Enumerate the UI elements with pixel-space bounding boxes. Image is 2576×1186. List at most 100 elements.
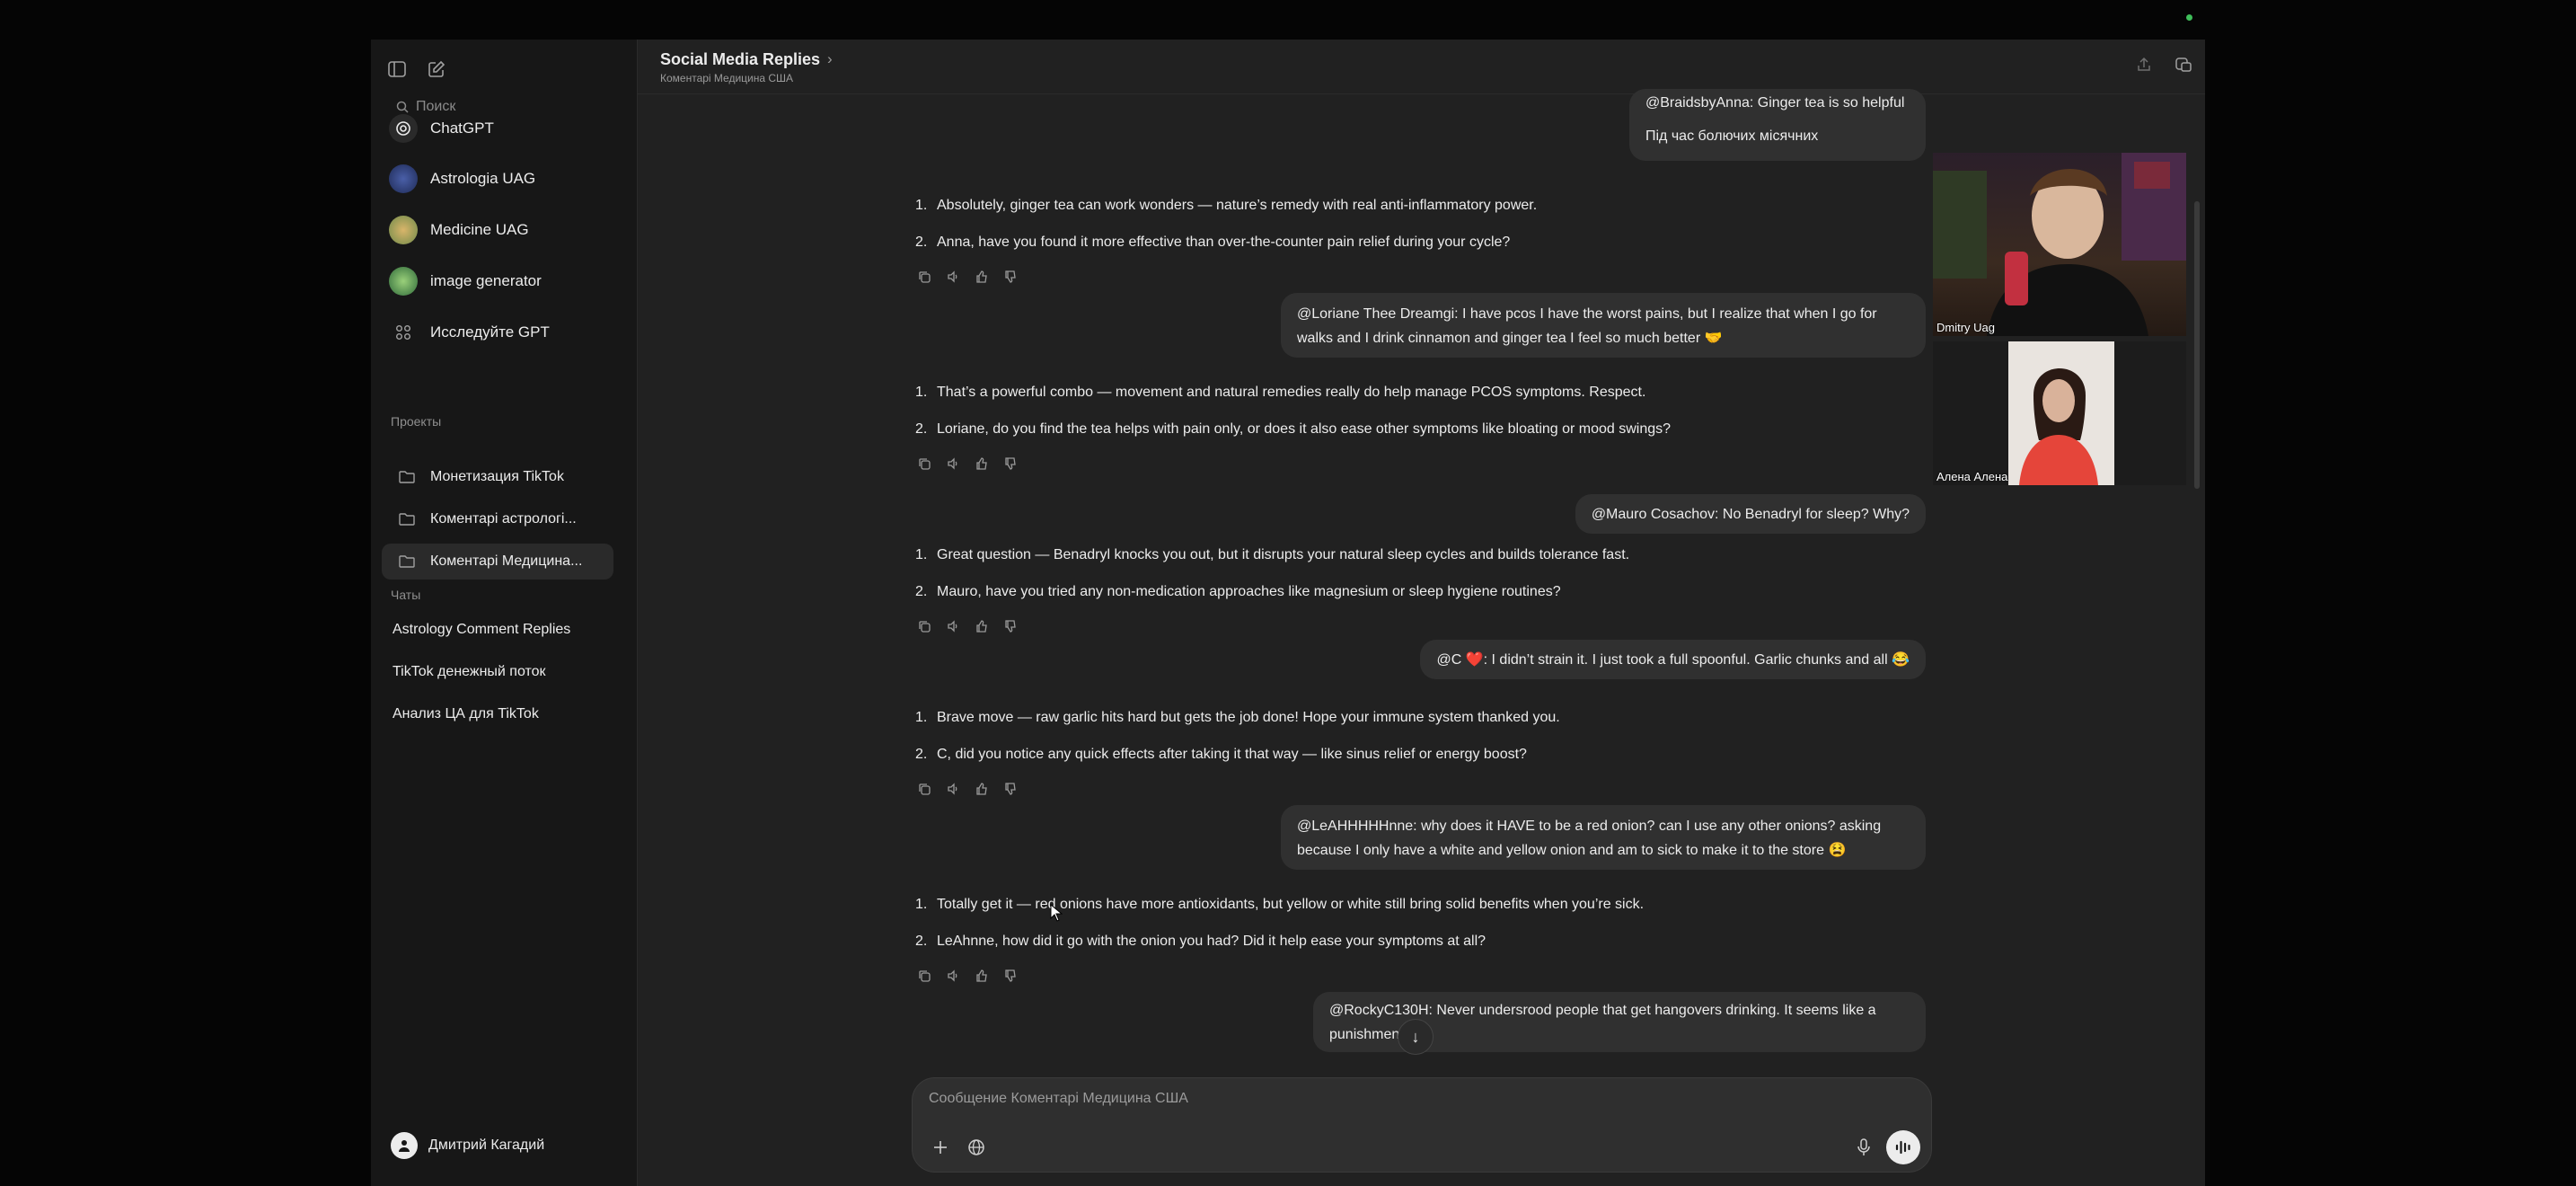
list-item: 2. Anna, have you found it more effective… [915, 235, 1511, 250]
message-actions [917, 969, 1018, 983]
project-item-label: Коментарі Медицина... [430, 553, 583, 569]
user-message: @Mauro Cosachov: No Benadryl for sleep? … [1575, 494, 1926, 534]
gpt-item-medicine[interactable]: Medicine UAG [389, 215, 624, 245]
medicine-avatar-icon [389, 216, 418, 244]
gpt-item-chatgpt[interactable]: ChatGPT [389, 113, 624, 144]
gpt-item-label: Исследуйте GPT [430, 323, 550, 341]
user-message: @C ❤️: I didn’t strain it. I just took a… [1420, 640, 1926, 679]
video-tile: Dmitry Uag [1933, 153, 2186, 336]
gpt-item-astrologia[interactable]: Astrologia UAG [389, 164, 624, 194]
project-subtitle: Коментарі Медицина США [660, 72, 794, 84]
grid-icon [389, 318, 418, 347]
chat-item[interactable]: TikTok денежный поток [393, 664, 546, 680]
search-icon [396, 101, 409, 113]
page-title[interactable]: Social Media Replies [660, 50, 820, 69]
list-item: 1. That’s a powerful combo — movement and… [915, 385, 1646, 400]
message-text: @BraidsbyAnna: Ginger tea is so helpful [1645, 95, 1905, 111]
thumbs-down-icon[interactable] [1003, 782, 1018, 796]
participant-video [2008, 341, 2114, 485]
chat-header: Social Media Replies › Коментарі Медицин… [637, 40, 2205, 94]
list-item: 2. Loriane, do you find the tea helps wit… [915, 421, 1672, 437]
image-generator-avatar-icon [389, 267, 418, 296]
plus-icon[interactable] [927, 1134, 954, 1161]
read-aloud-icon[interactable] [946, 969, 960, 983]
chat-item[interactable]: Анализ ЦА для TikTok [393, 706, 539, 722]
thumbs-up-icon[interactable] [975, 270, 989, 284]
message-text: walks and I drink cinnamon and ginger te… [1297, 331, 1723, 346]
read-aloud-icon[interactable] [946, 456, 960, 471]
sidebar: Поиск ChatGPT Astrologia UAG Medicine UA… [371, 40, 638, 1186]
message-text: @LeAHHHHHnne: why does it HAVE to be a r… [1297, 819, 1882, 834]
folder-icon [399, 513, 415, 526]
participant-name: Dmitry Uag [1936, 321, 1996, 334]
read-aloud-icon[interactable] [946, 270, 960, 284]
arrow-down-icon: ↓ [1411, 1027, 1420, 1046]
scroll-down-button[interactable]: ↓ [1398, 1019, 1434, 1055]
thumbs-down-icon[interactable] [1003, 619, 1018, 633]
share-icon[interactable] [2131, 52, 2157, 77]
message-text: Під час болючих місячних [1645, 128, 1819, 144]
list-item: 2. LeAhnne, how did it go with the onion … [915, 934, 1486, 949]
user-profile-button[interactable]: Дмитрий Кагадий [391, 1132, 544, 1159]
avatar [391, 1132, 418, 1159]
gpt-item-label: ChatGPT [430, 119, 494, 137]
list-item: 1. Great question — Benadryl knocks you o… [915, 547, 1630, 562]
copy-icon[interactable] [917, 619, 931, 633]
list-item: 2. C, did you notice any quick effects af… [915, 747, 1527, 762]
chats-heading: Чаты [391, 588, 421, 602]
toggle-sidebar-icon[interactable] [385, 58, 409, 81]
microphone-icon[interactable] [1850, 1134, 1877, 1161]
chat-item[interactable]: Astrology Comment Replies [393, 622, 570, 638]
participant-name: Алена Алена [1936, 470, 2008, 483]
chevron-right-icon[interactable]: › [827, 50, 833, 68]
message-actions [917, 619, 1018, 633]
thumbs-down-icon[interactable] [1003, 270, 1018, 284]
chatgpt-window: Поиск ChatGPT Astrologia UAG Medicine UA… [371, 40, 2205, 1186]
thumbs-up-icon[interactable] [975, 619, 989, 633]
video-tile: Алена Алена [1933, 341, 2186, 485]
copy-icon[interactable] [917, 456, 931, 471]
user-icon [399, 1140, 410, 1152]
thumbs-up-icon[interactable] [975, 969, 989, 983]
message-text: because I only have a white and yellow o… [1297, 843, 1847, 858]
message-text: @C ❤️: I didn’t strain it. I just took a… [1436, 652, 1910, 668]
list-item: 1. Absolutely, ginger tea can work wonder… [915, 198, 1538, 213]
list-item: 1. Totally get it — red onions have more … [915, 897, 1645, 912]
scrollbar[interactable] [2194, 201, 2200, 489]
message-composer[interactable]: Сообщение Коментарі Медицина США [912, 1077, 1932, 1173]
thumbs-up-icon[interactable] [975, 782, 989, 796]
user-name: Дмитрий Кагадий [428, 1137, 545, 1153]
project-item-medicine[interactable]: Коментарі Медицина... [382, 544, 613, 580]
temporary-chat-icon[interactable] [2171, 52, 2196, 77]
read-aloud-icon[interactable] [946, 619, 960, 633]
gpt-item-label: Medicine UAG [430, 221, 529, 238]
thumbs-down-icon[interactable] [1003, 456, 1018, 471]
gpt-item-image-generator[interactable]: image generator [389, 266, 624, 296]
project-item-astrology[interactable]: Коментарі астрологі... [382, 501, 613, 537]
gpt-item-label: image generator [430, 272, 542, 289]
thumbs-up-icon[interactable] [975, 456, 989, 471]
user-message: @BraidsbyAnna: Ginger tea is so helpful … [1629, 89, 1926, 161]
copy-icon[interactable] [917, 782, 931, 796]
new-chat-icon[interactable] [425, 58, 448, 81]
folder-icon [399, 471, 415, 483]
gpt-item-explore[interactable]: Исследуйте GPT [389, 317, 624, 348]
message-actions [917, 456, 1018, 471]
message-actions [917, 782, 1018, 796]
read-aloud-icon[interactable] [946, 782, 960, 796]
projects-heading: Проекты [391, 414, 442, 429]
project-item-label: Коментарі астрологі... [430, 511, 577, 527]
composer-input[interactable]: Сообщение Коментарі Медицина США [929, 1091, 1188, 1107]
project-item-label: Монетизация TikTok [430, 469, 564, 484]
copy-icon[interactable] [917, 969, 931, 983]
globe-icon[interactable] [963, 1134, 990, 1161]
astrology-avatar-icon [389, 164, 418, 193]
copy-icon[interactable] [917, 270, 931, 284]
folder-icon [399, 555, 415, 568]
gpt-item-label: Astrologia UAG [430, 170, 536, 187]
voice-mode-button[interactable] [1886, 1130, 1920, 1164]
thumbs-down-icon[interactable] [1003, 969, 1018, 983]
message-text: @Mauro Cosachov: No Benadryl for sleep? … [1591, 507, 1910, 522]
message-text: @Loriane Thee Dreamgi: I have pcos I hav… [1297, 306, 1877, 322]
project-item-tiktok[interactable]: Монетизация TikTok [382, 459, 613, 495]
